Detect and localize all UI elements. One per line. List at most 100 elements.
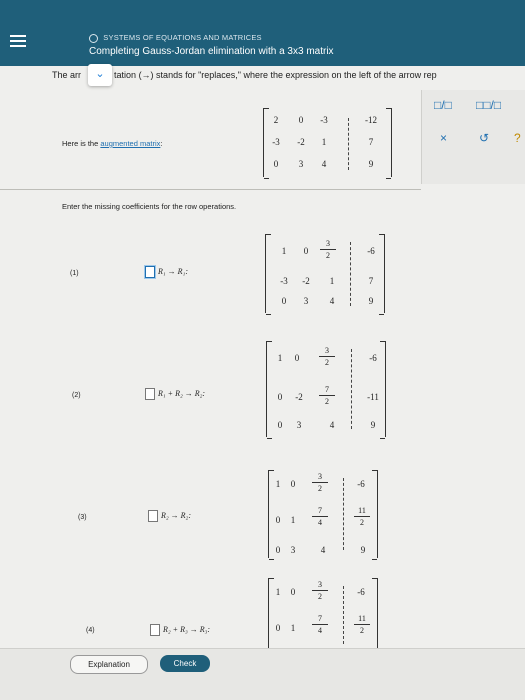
matrix-cell: -6 — [357, 479, 365, 489]
augmented-matrix-label: Here is the augmented matrix: — [62, 139, 162, 148]
instruction-end: tation (→) stands for "replaces," where … — [114, 70, 437, 80]
undo-icon[interactable]: ↺ — [479, 131, 489, 145]
matrix-cell: 1 — [290, 515, 296, 525]
fraction-numerator: 3 — [326, 239, 330, 248]
matrix-cell: -12 — [365, 115, 377, 125]
screen: SYSTEMS OF EQUATIONS AND MATRICES Comple… — [0, 0, 525, 700]
check-button[interactable]: Check — [160, 655, 210, 672]
coefficient-input[interactable] — [145, 388, 155, 400]
matrix-cell: 1 — [290, 623, 296, 633]
fraction-numerator: 3 — [325, 346, 329, 355]
matrix-cell: 4 — [320, 545, 326, 555]
operation-text: R₂ → R₂: — [161, 510, 191, 520]
matrix-cell: 7 — [368, 137, 374, 147]
instruction-start: The arr — [52, 70, 82, 80]
mixed-number-tool-icon[interactable]: □□/□ — [476, 98, 501, 112]
matrix-cell: -2 — [295, 392, 303, 402]
step-4-matrix: 1 0 3 2 -6 0 1 7 4 11 2 — [268, 578, 378, 650]
section-divider — [0, 189, 421, 190]
fraction-denominator: 2 — [360, 518, 364, 527]
question-content: The arr tation (→) stands for "replaces,… — [0, 64, 525, 700]
matrix-cell: 3 — [298, 159, 304, 169]
operation-text: R₁ + R₂ → R₂: — [158, 388, 206, 398]
augmented-label-colon: : — [160, 139, 163, 148]
menu-icon[interactable] — [10, 32, 26, 48]
matrix-cell: -3 — [272, 137, 280, 147]
coefficient-input[interactable] — [150, 624, 160, 636]
step-3-matrix: 1 0 3 2 -6 0 1 7 4 11 2 0 3 4 9 — [268, 470, 378, 560]
matrix-fraction: 3 2 — [319, 346, 335, 367]
fraction-denominator: 2 — [326, 251, 330, 260]
fraction-bar — [354, 624, 370, 625]
matrix-cell: 1 — [321, 137, 327, 147]
matrix-cell: 0 — [273, 159, 279, 169]
step-2-matrix: 1 0 3 2 -6 0 -2 7 2 -11 0 3 4 9 — [266, 341, 386, 439]
help-icon[interactable]: ? — [514, 131, 521, 145]
matrix-cell: 9 — [360, 545, 366, 555]
matrix-cell: -2 — [302, 276, 310, 286]
matrix-cell: -3 — [320, 115, 328, 125]
matrix-cell: -6 — [369, 353, 377, 363]
step-number: (3) — [78, 514, 87, 521]
row-operation: R₂ + R₃ → R₃: — [150, 624, 210, 636]
operation-text: R₁ → R₁: — [158, 266, 188, 276]
page-title: Completing Gauss-Jordan elimination with… — [89, 46, 334, 57]
matrix-fraction: 7 2 — [319, 385, 335, 406]
fraction-numerator: 7 — [318, 506, 322, 515]
step-1-separator — [350, 242, 351, 306]
collapse-chevron-icon[interactable]: ⌄ — [88, 64, 112, 86]
matrix-cell: 4 — [321, 159, 327, 169]
matrix-cell: 0 — [298, 115, 304, 125]
fraction-numerator: 3 — [318, 580, 322, 589]
augmented-matrix: 2 0 -3 -12 -3 -2 1 7 0 3 4 9 — [263, 108, 392, 179]
augmented-matrix-link[interactable]: augmented matrix — [100, 139, 160, 148]
matrix-cell: -6 — [357, 587, 365, 597]
explanation-button[interactable]: Explanation — [70, 655, 148, 674]
matrix-cell: 9 — [368, 159, 374, 169]
matrix-fraction: 3 2 — [312, 472, 328, 493]
action-footer: Explanation Check — [0, 648, 525, 700]
topic-label: SYSTEMS OF EQUATIONS AND MATRICES — [89, 33, 262, 43]
matrix-cell: 4 — [329, 420, 335, 430]
matrix-cell: 7 — [368, 276, 374, 286]
matrix-cell: -6 — [367, 246, 375, 256]
coefficient-input[interactable] — [145, 266, 155, 278]
matrix-cell: 3 — [296, 420, 302, 430]
matrix-cell: 0 — [290, 479, 296, 489]
fraction-numerator: 7 — [318, 614, 322, 623]
fraction-denominator: 2 — [360, 626, 364, 635]
fraction-tool-icon[interactable]: □/□ — [434, 98, 452, 112]
fraction-denominator: 4 — [318, 626, 322, 635]
fraction-bar — [319, 395, 335, 396]
matrix-cell: -11 — [367, 392, 379, 402]
operation-text: R₂ + R₃ → R₃: — [163, 624, 211, 634]
step-number: (1) — [70, 270, 79, 277]
augment-separator — [348, 118, 349, 170]
step-4-separator — [343, 586, 344, 644]
fraction-bar — [312, 482, 328, 483]
fraction-numerator: 11 — [358, 506, 366, 515]
step-1-matrix: 1 0 3 2 -6 -3 -2 1 7 0 3 4 9 — [265, 234, 385, 315]
matrix-cell: 9 — [370, 420, 376, 430]
fraction-bar — [312, 624, 328, 625]
augmented-label-text: Here is the — [62, 139, 101, 148]
answer-tools: □/□ □□/□ × ↺ ? — [421, 90, 525, 184]
fraction-denominator: 2 — [318, 484, 322, 493]
matrix-cell: 1 — [329, 276, 335, 286]
matrix-fraction: 3 2 — [312, 580, 328, 601]
matrix-cell: -2 — [297, 137, 305, 147]
matrix-cell: 1 — [281, 246, 287, 256]
fraction-numerator: 11 — [358, 614, 366, 623]
matrix-cell: 3 — [290, 545, 296, 555]
fraction-numerator: 3 — [318, 472, 322, 481]
coefficient-input[interactable] — [148, 510, 158, 522]
fraction-denominator: 2 — [325, 358, 329, 367]
fraction-bar — [319, 356, 335, 357]
matrix-fraction: 11 2 — [354, 506, 370, 527]
clear-icon[interactable]: × — [440, 131, 447, 145]
matrix-cell: 9 — [368, 296, 374, 306]
fraction-bar — [320, 249, 336, 250]
step-2-separator — [351, 349, 352, 429]
fraction-bar — [312, 590, 328, 591]
matrix-cell: 0 — [290, 587, 296, 597]
